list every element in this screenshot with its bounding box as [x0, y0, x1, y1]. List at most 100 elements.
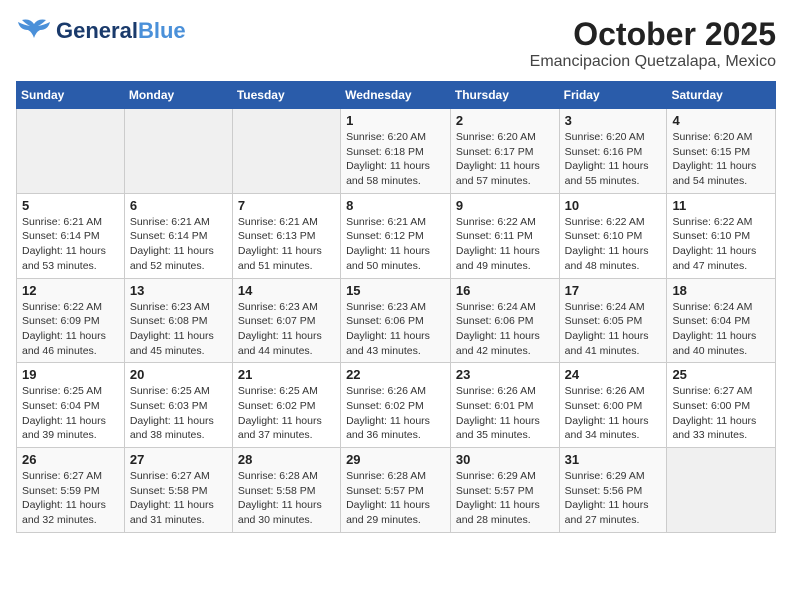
daylight-label: Daylight: 11 hours and 49 minutes.: [456, 245, 540, 272]
day-info: Sunrise: 6:20 AM Sunset: 6:18 PM Dayligh…: [346, 130, 445, 189]
day-number: 7: [238, 198, 335, 213]
sunset-label: Sunset: 6:03 PM: [130, 400, 208, 412]
day-number: 4: [672, 113, 770, 128]
day-info: Sunrise: 6:23 AM Sunset: 6:07 PM Dayligh…: [238, 300, 335, 359]
sunrise-label: Sunrise: 6:22 AM: [456, 216, 536, 228]
sunset-label: Sunset: 6:04 PM: [22, 400, 100, 412]
sunrise-label: Sunrise: 6:21 AM: [346, 216, 426, 228]
sunset-label: Sunset: 6:08 PM: [130, 315, 208, 327]
sunrise-label: Sunrise: 6:28 AM: [238, 470, 318, 482]
day-number: 22: [346, 367, 445, 382]
calendar-cell: 31 Sunrise: 6:29 AM Sunset: 5:56 PM Dayl…: [559, 448, 667, 533]
calendar-cell: 20 Sunrise: 6:25 AM Sunset: 6:03 PM Dayl…: [124, 363, 232, 448]
logo-general: General: [56, 18, 138, 44]
daylight-label: Daylight: 11 hours and 41 minutes.: [565, 330, 649, 357]
sunrise-label: Sunrise: 6:28 AM: [346, 470, 426, 482]
day-info: Sunrise: 6:22 AM Sunset: 6:10 PM Dayligh…: [565, 215, 662, 274]
day-number: 6: [130, 198, 227, 213]
calendar-cell: 11 Sunrise: 6:22 AM Sunset: 6:10 PM Dayl…: [667, 193, 776, 278]
sunrise-label: Sunrise: 6:20 AM: [456, 131, 536, 143]
day-number: 17: [565, 283, 662, 298]
daylight-label: Daylight: 11 hours and 44 minutes.: [238, 330, 322, 357]
sunset-label: Sunset: 6:00 PM: [672, 400, 750, 412]
day-number: 25: [672, 367, 770, 382]
day-info: Sunrise: 6:22 AM Sunset: 6:09 PM Dayligh…: [22, 300, 119, 359]
sunset-label: Sunset: 6:15 PM: [672, 146, 750, 158]
sunset-label: Sunset: 5:56 PM: [565, 485, 643, 497]
day-number: 16: [456, 283, 554, 298]
sunset-label: Sunset: 5:59 PM: [22, 485, 100, 497]
daylight-label: Daylight: 11 hours and 37 minutes.: [238, 415, 322, 442]
weekday-header-tuesday: Tuesday: [232, 82, 340, 109]
logo-blue: Blue: [138, 18, 186, 44]
calendar-cell: 15 Sunrise: 6:23 AM Sunset: 6:06 PM Dayl…: [341, 278, 451, 363]
day-number: 8: [346, 198, 445, 213]
day-number: 5: [22, 198, 119, 213]
day-number: 30: [456, 452, 554, 467]
daylight-label: Daylight: 11 hours and 33 minutes.: [672, 415, 756, 442]
sunset-label: Sunset: 6:00 PM: [565, 400, 643, 412]
weekday-header-friday: Friday: [559, 82, 667, 109]
calendar-cell: [232, 109, 340, 194]
daylight-label: Daylight: 11 hours and 48 minutes.: [565, 245, 649, 272]
sunset-label: Sunset: 6:10 PM: [565, 230, 643, 242]
day-info: Sunrise: 6:21 AM Sunset: 6:14 PM Dayligh…: [22, 215, 119, 274]
sunrise-label: Sunrise: 6:21 AM: [130, 216, 210, 228]
daylight-label: Daylight: 11 hours and 31 minutes.: [130, 499, 214, 526]
day-number: 10: [565, 198, 662, 213]
calendar-cell: 4 Sunrise: 6:20 AM Sunset: 6:15 PM Dayli…: [667, 109, 776, 194]
weekday-header-wednesday: Wednesday: [341, 82, 451, 109]
calendar-week-row: 19 Sunrise: 6:25 AM Sunset: 6:04 PM Dayl…: [17, 363, 776, 448]
day-info: Sunrise: 6:25 AM Sunset: 6:02 PM Dayligh…: [238, 384, 335, 443]
sunset-label: Sunset: 6:16 PM: [565, 146, 643, 158]
sunrise-label: Sunrise: 6:25 AM: [238, 385, 318, 397]
daylight-label: Daylight: 11 hours and 34 minutes.: [565, 415, 649, 442]
sunrise-label: Sunrise: 6:20 AM: [565, 131, 645, 143]
sunrise-label: Sunrise: 6:23 AM: [238, 301, 318, 313]
day-number: 14: [238, 283, 335, 298]
day-number: 19: [22, 367, 119, 382]
sunset-label: Sunset: 6:06 PM: [346, 315, 424, 327]
calendar-cell: 30 Sunrise: 6:29 AM Sunset: 5:57 PM Dayl…: [450, 448, 559, 533]
sunset-label: Sunset: 6:14 PM: [22, 230, 100, 242]
sunrise-label: Sunrise: 6:25 AM: [22, 385, 102, 397]
daylight-label: Daylight: 11 hours and 36 minutes.: [346, 415, 430, 442]
sunset-label: Sunset: 6:17 PM: [456, 146, 534, 158]
day-info: Sunrise: 6:25 AM Sunset: 6:03 PM Dayligh…: [130, 384, 227, 443]
calendar-cell: 16 Sunrise: 6:24 AM Sunset: 6:06 PM Dayl…: [450, 278, 559, 363]
calendar-cell: [124, 109, 232, 194]
weekday-header-row: SundayMondayTuesdayWednesdayThursdayFrid…: [17, 82, 776, 109]
calendar-cell: 1 Sunrise: 6:20 AM Sunset: 6:18 PM Dayli…: [341, 109, 451, 194]
sunrise-label: Sunrise: 6:26 AM: [565, 385, 645, 397]
day-number: 11: [672, 198, 770, 213]
sunrise-label: Sunrise: 6:27 AM: [130, 470, 210, 482]
sunrise-label: Sunrise: 6:25 AM: [130, 385, 210, 397]
calendar-cell: 8 Sunrise: 6:21 AM Sunset: 6:12 PM Dayli…: [341, 193, 451, 278]
calendar-cell: 14 Sunrise: 6:23 AM Sunset: 6:07 PM Dayl…: [232, 278, 340, 363]
page-subtitle: Emancipacion Quetzalapa, Mexico: [530, 53, 776, 71]
day-info: Sunrise: 6:23 AM Sunset: 6:08 PM Dayligh…: [130, 300, 227, 359]
daylight-label: Daylight: 11 hours and 46 minutes.: [22, 330, 106, 357]
calendar-cell: 19 Sunrise: 6:25 AM Sunset: 6:04 PM Dayl…: [17, 363, 125, 448]
day-number: 20: [130, 367, 227, 382]
day-info: Sunrise: 6:21 AM Sunset: 6:14 PM Dayligh…: [130, 215, 227, 274]
sunset-label: Sunset: 6:04 PM: [672, 315, 750, 327]
day-info: Sunrise: 6:28 AM Sunset: 5:57 PM Dayligh…: [346, 469, 445, 528]
calendar-cell: 27 Sunrise: 6:27 AM Sunset: 5:58 PM Dayl…: [124, 448, 232, 533]
day-number: 26: [22, 452, 119, 467]
calendar-cell: 28 Sunrise: 6:28 AM Sunset: 5:58 PM Dayl…: [232, 448, 340, 533]
daylight-label: Daylight: 11 hours and 42 minutes.: [456, 330, 540, 357]
sunrise-label: Sunrise: 6:29 AM: [456, 470, 536, 482]
weekday-header-saturday: Saturday: [667, 82, 776, 109]
page-title: October 2025: [530, 16, 776, 53]
calendar-cell: [17, 109, 125, 194]
calendar-cell: [667, 448, 776, 533]
day-info: Sunrise: 6:24 AM Sunset: 6:06 PM Dayligh…: [456, 300, 554, 359]
daylight-label: Daylight: 11 hours and 27 minutes.: [565, 499, 649, 526]
day-info: Sunrise: 6:29 AM Sunset: 5:57 PM Dayligh…: [456, 469, 554, 528]
sunset-label: Sunset: 6:05 PM: [565, 315, 643, 327]
sunrise-label: Sunrise: 6:23 AM: [130, 301, 210, 313]
calendar-cell: 13 Sunrise: 6:23 AM Sunset: 6:08 PM Dayl…: [124, 278, 232, 363]
day-info: Sunrise: 6:23 AM Sunset: 6:06 PM Dayligh…: [346, 300, 445, 359]
sunset-label: Sunset: 5:58 PM: [238, 485, 316, 497]
